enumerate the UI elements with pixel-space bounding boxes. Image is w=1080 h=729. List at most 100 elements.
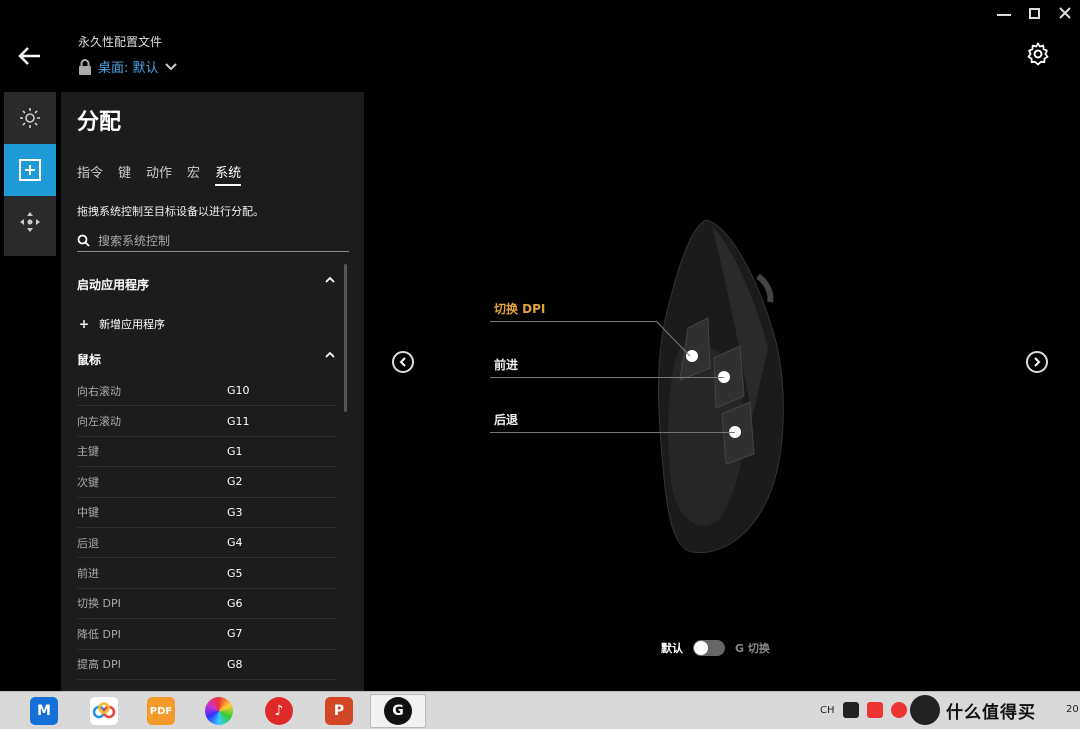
taskbar-color[interactable] (191, 694, 247, 728)
taskbar-logitech-g[interactable]: G (370, 694, 426, 728)
list-item-key: G1 (227, 444, 243, 458)
tray-music-icon[interactable] (890, 702, 907, 718)
settings-button[interactable] (1026, 42, 1050, 66)
rail-sensitivity[interactable] (4, 196, 56, 248)
list-item-key: G2 (227, 475, 243, 489)
taskbar-powerpoint[interactable]: P (311, 694, 367, 728)
panel-title: 分配 (77, 110, 122, 135)
netease-music-icon: ♪ (265, 697, 293, 725)
gear-icon (1027, 42, 1049, 66)
plus-icon: + (79, 317, 90, 331)
list-item-label: 次键 (77, 475, 99, 489)
callout-line-forward (490, 377, 724, 378)
callout-line-dpi (490, 321, 656, 322)
rail-lighting[interactable] (4, 92, 56, 144)
hint-text: 拖拽系统控制至目标设备以进行分配。 (77, 205, 264, 218)
gshift-toggle[interactable] (693, 640, 725, 656)
maximize-icon[interactable] (1029, 8, 1040, 19)
back-button[interactable] (16, 44, 44, 68)
callout-connector-dpi (655, 320, 691, 357)
tab-keys[interactable]: 键 (118, 162, 131, 186)
assignment-label-dpi[interactable]: 切换 DPI (494, 300, 545, 317)
clock-fragment: 20 (1066, 704, 1079, 715)
list-item[interactable]: 前进 G5 (77, 558, 337, 589)
list-item-key: G11 (227, 414, 250, 428)
system-tray: CH (820, 702, 907, 718)
taskbar: M PDF ♪ P G CH 什么值得买 20 (0, 691, 1080, 729)
list-item-label: 向右滚动 (77, 384, 121, 398)
list-item[interactable]: 次键 G2 (77, 467, 337, 498)
baidu-netdisk-icon (90, 697, 118, 725)
taskbar-pdf[interactable]: PDF (133, 694, 189, 728)
list-item-key: G7 (227, 627, 243, 641)
section-mouse[interactable]: 鼠标 (77, 351, 335, 368)
list-item-key: G3 (227, 505, 243, 519)
minimize-icon[interactable] (997, 6, 1011, 16)
list-item-label: 主键 (77, 445, 99, 459)
chevron-left-icon (399, 357, 406, 367)
list-item-key: G5 (227, 566, 243, 580)
list-item[interactable]: 向右滚动 G10 (77, 376, 337, 407)
callout-line-back (490, 432, 735, 433)
toggle-knob (694, 641, 708, 655)
section-launch-apps-label: 启动应用程序 (77, 278, 150, 292)
list-item[interactable]: 后退 G4 (77, 528, 337, 559)
tray-language[interactable]: CH (820, 705, 835, 716)
list-item-label: 向左滚动 (77, 415, 121, 429)
profile-selector[interactable]: 桌面: 默认 (78, 57, 177, 76)
assignment-panel: 分配 指令 键 动作 宏 系统 拖拽系统控制至目标设备以进行分配。 启动应用程序… (61, 92, 364, 692)
taskbar-maxthon[interactable]: M (16, 694, 72, 728)
list-item[interactable]: 向左滚动 G11 (77, 406, 337, 437)
mode-toggle-row: 默认 G 切换 (661, 640, 770, 656)
list-item[interactable]: 中键 G3 (77, 498, 337, 528)
toggle-default-label: 默认 (661, 642, 683, 655)
list-item-label: 后退 (77, 536, 99, 550)
section-launch-apps[interactable]: 启动应用程序 (77, 276, 335, 293)
arrow-left-icon (18, 47, 40, 65)
list-item[interactable]: 降低 DPI G7 (77, 619, 337, 650)
rail-assignments[interactable] (4, 144, 56, 196)
search-icon (77, 234, 90, 247)
tab-system[interactable]: 系统 (215, 162, 242, 186)
list-item[interactable]: 提高 DPI G8 (77, 650, 337, 680)
taskbar-netease-music[interactable]: ♪ (251, 694, 307, 728)
chevron-up-icon (325, 351, 335, 358)
crosshair-move-icon (20, 212, 40, 232)
tab-actions[interactable]: 动作 (146, 162, 172, 186)
search-input[interactable] (98, 233, 328, 248)
tray-input-method-icon[interactable] (866, 702, 883, 718)
chevron-down-icon (164, 62, 177, 70)
profile-selected-label: 桌面: 默认 (98, 61, 159, 76)
chevron-up-icon (325, 276, 335, 283)
add-app-label: 新增应用程序 (99, 318, 166, 331)
close-icon[interactable] (1058, 6, 1072, 20)
plus-square-icon (19, 159, 41, 181)
list-item[interactable]: 切换 DPI G6 (77, 589, 337, 620)
list-item[interactable]: 主键 G1 (77, 437, 337, 468)
list-item-label: 中键 (77, 506, 99, 520)
search-box (77, 230, 349, 252)
list-scrollbar[interactable] (344, 264, 347, 412)
tab-bar: 指令 键 动作 宏 系统 (77, 162, 242, 186)
watermark-logo-icon (910, 695, 940, 725)
assignment-label-back[interactable]: 后退 (494, 411, 518, 428)
assignment-label-forward[interactable]: 前进 (494, 356, 518, 373)
taskbar-baidu-netdisk[interactable] (76, 694, 132, 728)
profile-title: 永久性配置文件 (78, 35, 163, 49)
color-wheel-icon (205, 697, 233, 725)
tab-commands[interactable]: 指令 (77, 162, 103, 186)
lock-icon (79, 58, 91, 75)
next-view-button[interactable] (1026, 351, 1048, 373)
left-rail (4, 92, 56, 256)
powerpoint-icon: P (325, 697, 353, 725)
mouse-control-list: 向右滚动 G10 向左滚动 G11 主键 G1 次键 G2 中键 G3 后退 G4 前进 G5… (77, 376, 337, 680)
list-item-key: G4 (227, 536, 243, 550)
tray-logitech-icon[interactable] (842, 702, 859, 718)
toggle-gshift-label: G 切换 (735, 642, 770, 655)
prev-view-button[interactable] (392, 351, 414, 373)
tab-macros[interactable]: 宏 (187, 162, 200, 186)
list-item-key: G10 (227, 384, 250, 398)
chevron-right-icon (1034, 357, 1041, 367)
list-item-label: 提高 DPI (77, 658, 121, 672)
add-app-button[interactable]: + 新增应用程序 (79, 316, 165, 332)
